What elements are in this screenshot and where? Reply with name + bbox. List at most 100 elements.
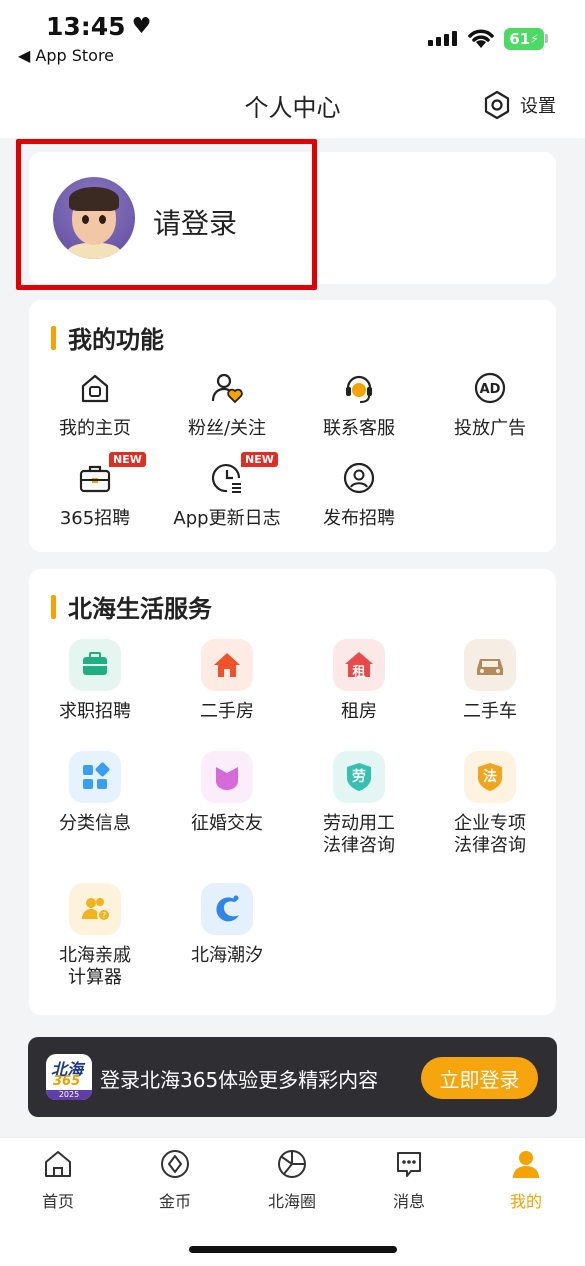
svc-item-tide[interactable]: 北海潮汐 [161,883,293,967]
svc-label: 分类信息 [59,813,131,834]
svc-item-labor-law[interactable]: 劳 劳动用工 法律咨询 [293,751,425,857]
svc-label: 企业专项 法律咨询 [424,813,556,857]
labor-glyph: 劳 [352,769,366,785]
tide-icon [201,883,253,935]
relative-calculator-icon: ? [69,883,121,935]
home-icon [81,374,109,403]
settings-hex-icon [484,90,510,120]
tab-coins[interactable]: 金币 [135,1148,215,1212]
clock-time: 13:45 [46,12,126,41]
logo-text-365: 365 [53,1074,81,1089]
tab-label: 我的 [509,1192,542,1211]
life-services-card: 北海生活服务 求职招聘 二手房 租 租房 二手车 分类信息 征婚交友 劳 劳动用… [29,569,556,1015]
message-icon [397,1152,421,1177]
svc-label: 租房 [341,701,377,722]
tab-label: 消息 [392,1192,425,1211]
app-logo: 北海 365 2025 [46,1054,92,1100]
home-indicator [189,1246,397,1253]
login-now-button[interactable]: 立即登录 [421,1057,538,1099]
func-item-home[interactable]: 我的主页 [29,370,161,440]
svc-label: 北海潮汐 [191,945,263,966]
svc-item-rent[interactable]: 租 租房 [293,639,425,723]
svc-item-relative-calculator[interactable]: ? 北海亲戚 计算器 [29,883,161,989]
enterprise-glyph: 法 [483,769,497,785]
svc-item-enterprise-law[interactable]: 法 企业专项 法律咨询 [424,751,556,857]
job-bag-icon [69,639,121,691]
new-badge: NEW [241,452,278,467]
heart-icon: ♥ [131,14,152,39]
publish-job-icon [343,462,375,494]
tab-label: 金币 [158,1192,191,1211]
status-bar: 13:45 ♥ ◀ App Store 61 ⚡ [0,0,585,74]
func-label: 投放广告 [454,418,526,439]
func-item-publish-job[interactable]: 发布招聘 [293,460,425,530]
tab-mine[interactable]: 我的 [486,1148,566,1212]
func-label: 发布招聘 [323,508,395,529]
func-item-365-jobs[interactable]: NEW 365招聘 [29,452,161,530]
section-accent-bar [51,325,56,350]
func-label: 联系客服 [323,418,395,439]
svc-label-line1: 北海亲戚 [59,945,131,966]
svc-label: 北海亲戚 计算器 [29,945,161,989]
battery-tip [545,34,548,43]
settings-label: 设置 [520,96,556,117]
house-icon [201,639,253,691]
my-functions-title-text: 我的功能 [68,326,164,354]
func-item-advertise[interactable]: AD 投放广告 [424,370,556,440]
promo-text: 登录北海365体验更多精彩内容 [100,1068,379,1092]
func-label: 我的主页 [59,418,131,439]
rent-glyph: 租 [352,665,366,680]
profile-icon [513,1151,539,1178]
clock: 13:45 ♥ [46,12,151,41]
logo-text-year: 2025 [46,1090,92,1100]
home-tab-icon [45,1151,71,1177]
func-label: 粉丝/关注 [187,418,267,439]
wifi-icon [468,29,494,48]
my-functions-card: 我的功能 我的主页 粉丝/关注 联系客服 AD 投放广告 NEW 365招聘 N… [29,300,556,552]
back-to-app-store-link[interactable]: ◀ App Store [18,46,114,65]
rent-icon: 租 [333,639,385,691]
svc-item-category-info[interactable]: 分类信息 [29,751,161,835]
customer-service-icon [346,375,372,403]
battery-level: 61 [509,30,531,48]
update-log-icon [211,463,241,493]
tab-messages[interactable]: 消息 [369,1148,449,1212]
car-icon [464,639,516,691]
category-icon [69,751,121,803]
tab-beihai-circle[interactable]: 北海圈 [252,1148,332,1212]
svc-label: 二手房 [200,701,254,722]
svc-label: 二手车 [463,701,517,722]
my-functions-title: 我的功能 [51,320,164,355]
cellular-signal-icon [428,30,457,46]
section-accent-bar [51,594,56,619]
svc-label: 求职招聘 [59,701,131,722]
svg-text:AD: AD [480,382,501,397]
settings-button[interactable]: 设置 [482,90,556,120]
func-item-fans-follow[interactable]: 粉丝/关注 [161,370,293,440]
svc-label-line1: 劳动用工 [323,813,395,834]
svg-text:?: ? [102,911,106,920]
svc-label-line1: 企业专项 [454,813,526,834]
login-promo-banner[interactable]: 北海 365 2025 登录北海365体验更多精彩内容 立即登录 [28,1037,557,1117]
svc-label: 征婚交友 [191,813,263,834]
svc-item-second-hand-car[interactable]: 二手车 [424,639,556,723]
new-badge: NEW [109,452,146,467]
func-item-customer-service[interactable]: 联系客服 [293,370,425,440]
svc-item-second-hand-house[interactable]: 二手房 [161,639,293,723]
svc-item-dating[interactable]: 征婚交友 [161,751,293,835]
life-services-title: 北海生活服务 [51,589,212,624]
tab-home[interactable]: 首页 [18,1148,98,1212]
battery-indicator: 61 ⚡ [504,28,544,50]
svc-item-jobs[interactable]: 求职招聘 [29,639,161,723]
briefcase-icon [79,465,111,493]
circle-icon [278,1150,306,1178]
func-label: App更新日志 [173,508,281,529]
user-heart-icon [211,373,243,404]
page-header: 个人中心 设置 [0,74,585,138]
login-highlight-box [16,139,317,290]
func-item-update-log[interactable]: NEW App更新日志 [161,452,293,530]
life-services-title-text: 北海生活服务 [68,595,212,623]
tab-label: 北海圈 [267,1192,316,1211]
svc-label-line2: 计算器 [68,967,122,988]
func-label: 365招聘 [59,508,131,529]
